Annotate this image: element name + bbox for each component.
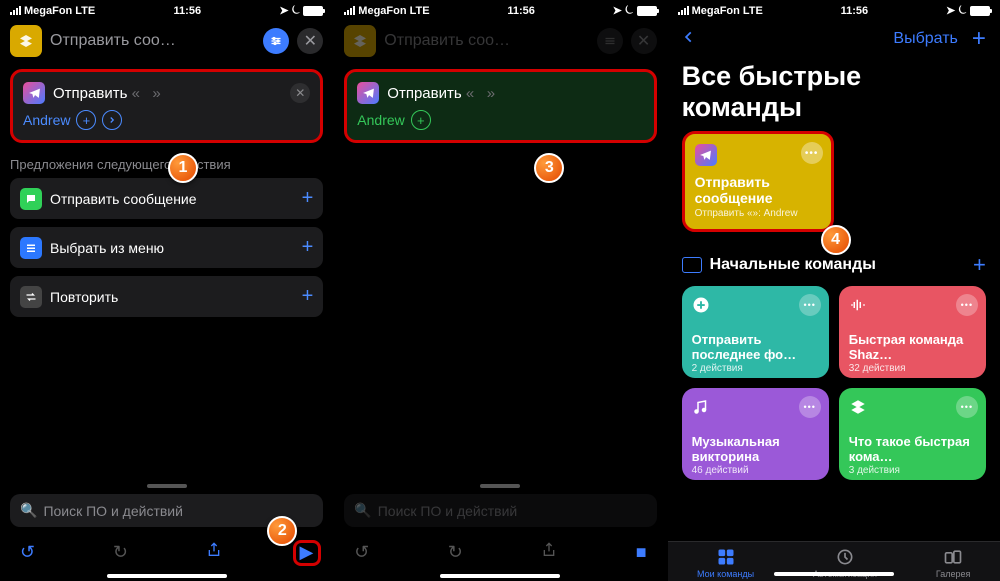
- share-button: [541, 541, 557, 564]
- more-button[interactable]: •••: [799, 294, 821, 316]
- close-button[interactable]: ✕: [297, 28, 323, 54]
- close-button: ✕: [631, 28, 657, 54]
- shortcut-tile[interactable]: •••Быстрая команда Shaz…32 действия: [839, 286, 986, 378]
- redo-button: ↻: [113, 542, 128, 563]
- telegram-icon: [23, 82, 45, 104]
- alarm-icon: ⏾: [292, 4, 301, 17]
- screenshot-3: MegaFonLTE 11:56 ➤⏾ Выбрать + Все быстры…: [667, 0, 1000, 581]
- status-bar: MegaFonLTE 11:56 ➤⏾: [668, 0, 1000, 19]
- more-button[interactable]: •••: [801, 142, 823, 164]
- status-bar: MegaFonLTE 11:56 ➤⏾: [334, 0, 666, 19]
- annotation-ring-2: [293, 540, 321, 566]
- drag-handle: [480, 484, 520, 488]
- tab-my-shortcuts[interactable]: Мои команды: [697, 547, 754, 579]
- undo-button: ↺: [354, 542, 369, 563]
- suggestions-header: Предложения следующего действия: [10, 157, 323, 172]
- location-icon: ➤: [946, 4, 955, 17]
- signal-icon: [344, 6, 355, 15]
- shortcut-title: Отправить соо…: [384, 32, 588, 50]
- search-icon: 🔍: [354, 502, 371, 519]
- suggestion-repeat[interactable]: Повторить+: [10, 276, 323, 317]
- messages-icon: [20, 188, 42, 210]
- settings-button[interactable]: [263, 28, 289, 54]
- share-button[interactable]: [206, 541, 222, 564]
- battery-icon: [637, 6, 657, 16]
- search-icon: 🔍: [20, 502, 37, 519]
- status-time: 11:56: [507, 5, 535, 17]
- search-input: 🔍Поиск ПО и действий: [344, 494, 656, 527]
- drag-handle[interactable]: [147, 484, 187, 488]
- shortcut-icon: [344, 25, 376, 57]
- screenshot-2: MegaFonLTE 11:56 ➤⏾ Отправить соо… ✕ Отп…: [333, 0, 666, 581]
- section-header: Начальные команды: [710, 256, 876, 274]
- telegram-icon: [695, 144, 717, 166]
- suggestion-send-message[interactable]: Отправить сообщение+: [10, 178, 323, 219]
- add-icon[interactable]: +: [302, 187, 314, 210]
- clear-icon[interactable]: ✕: [290, 83, 310, 103]
- battery-icon: [970, 6, 990, 16]
- annotation-badge-3: 3: [534, 153, 564, 183]
- add-shortcut-button[interactable]: +: [972, 25, 986, 53]
- tab-gallery[interactable]: Галерея: [936, 547, 971, 579]
- redo-button: ↻: [448, 542, 463, 563]
- signal-icon: [10, 6, 21, 15]
- expand-button[interactable]: [102, 110, 122, 130]
- folder-icon: [682, 257, 702, 273]
- recipient-chip: Andrew: [357, 112, 404, 128]
- settings-button: [597, 28, 623, 54]
- home-indicator[interactable]: [440, 574, 560, 578]
- shortcuts-icon: [849, 398, 867, 416]
- location-icon: ➤: [279, 4, 288, 17]
- shortcut-icon: [10, 25, 42, 57]
- action-card[interactable]: Отправить « » ✕ Andrew +: [10, 69, 323, 143]
- status-bar: MegaFonLTE 11:56 ➤⏾: [0, 0, 333, 19]
- location-icon: ➤: [613, 4, 622, 17]
- more-button[interactable]: •••: [799, 396, 821, 418]
- add-to-folder-button[interactable]: +: [973, 252, 986, 278]
- signal-icon: [678, 6, 689, 15]
- recipient-chip[interactable]: Andrew: [23, 112, 70, 128]
- shortcut-tile[interactable]: •••Музыкальная викторина46 действий: [682, 388, 829, 480]
- suggestion-choose-menu[interactable]: Выбрать из меню+: [10, 227, 323, 268]
- waveform-icon: [849, 296, 867, 314]
- home-indicator[interactable]: [774, 572, 894, 576]
- add-icon[interactable]: +: [302, 285, 314, 308]
- annotation-badge-4: 4: [821, 225, 851, 255]
- battery-icon: [303, 6, 323, 16]
- screenshot-1: MegaFonLTE 11:56 ➤⏾ Отправить соо… ✕ Отп…: [0, 0, 333, 581]
- menu-icon: [20, 237, 42, 259]
- back-button[interactable]: [682, 28, 696, 51]
- music-icon: [692, 398, 710, 416]
- shortcut-title[interactable]: Отправить соо…: [50, 32, 255, 50]
- telegram-icon: [357, 82, 379, 104]
- more-button[interactable]: •••: [956, 294, 978, 316]
- plus-circle-icon: [692, 296, 710, 314]
- select-button[interactable]: Выбрать: [893, 30, 957, 48]
- action-card-running: Отправить « » Andrew +: [344, 69, 656, 143]
- alarm-icon: ⏾: [625, 4, 634, 17]
- tab-bar: Мои команды Автоматизация Галерея: [668, 541, 1000, 581]
- undo-button[interactable]: ↺: [20, 542, 35, 563]
- shortcut-tile-send-message[interactable]: ••• Отправить сообщение Отправить «»: An…: [682, 131, 834, 232]
- repeat-icon: [20, 286, 42, 308]
- stop-button[interactable]: ■: [636, 542, 647, 563]
- add-recipient-button: +: [411, 110, 431, 130]
- status-time: 11:56: [174, 5, 202, 17]
- shortcut-tile[interactable]: •••Отправить последнее фо…2 действия: [682, 286, 829, 378]
- alarm-icon: ⏾: [958, 4, 967, 17]
- home-indicator[interactable]: [107, 574, 227, 578]
- more-button[interactable]: •••: [956, 396, 978, 418]
- page-title: Все быстрые команды: [668, 59, 1000, 131]
- annotation-badge-1: 1: [168, 153, 198, 183]
- status-time: 11:56: [841, 5, 869, 17]
- add-icon[interactable]: +: [302, 236, 314, 259]
- add-recipient-button[interactable]: +: [76, 110, 96, 130]
- shortcut-tile[interactable]: •••Что такое быстрая кома…3 действия: [839, 388, 986, 480]
